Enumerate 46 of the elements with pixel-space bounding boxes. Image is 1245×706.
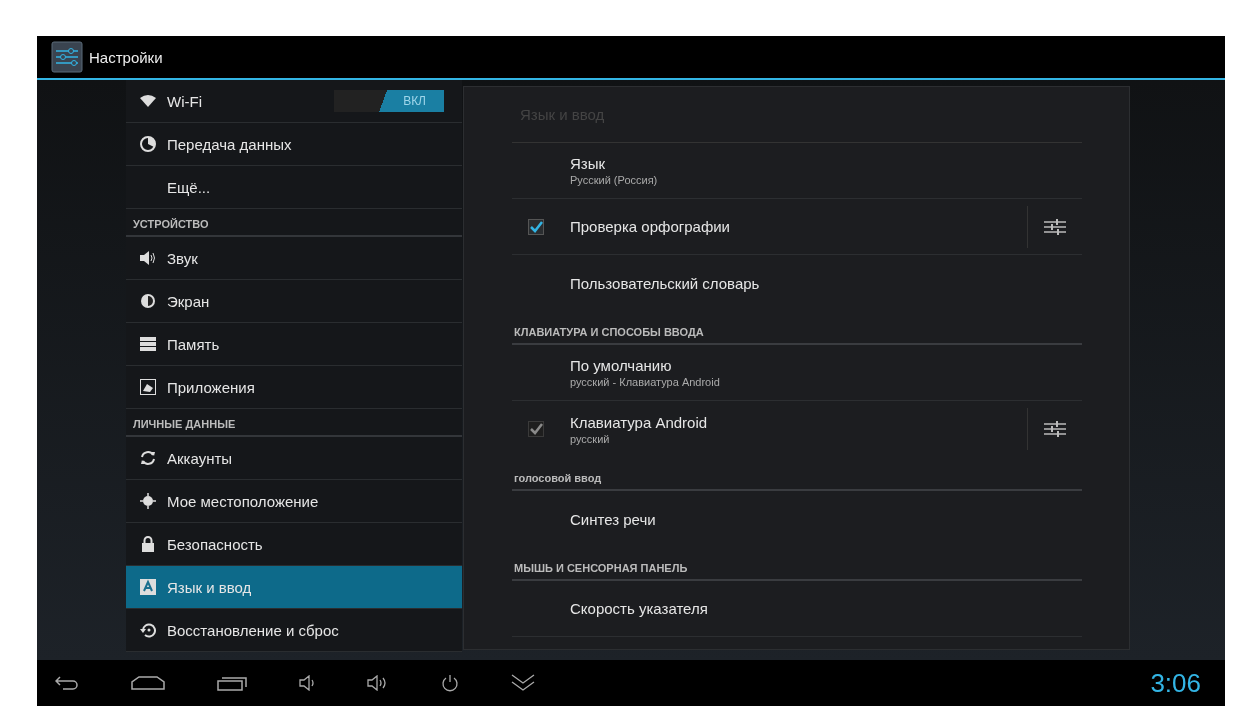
volume-down-icon[interactable] bbox=[299, 675, 315, 691]
preference-title[interactable]: Проверка орфографии bbox=[570, 218, 1027, 235]
recent-apps-icon[interactable] bbox=[217, 675, 247, 691]
checkbox[interactable] bbox=[528, 218, 544, 235]
preference-title[interactable]: Синтез речи bbox=[570, 510, 1082, 528]
clock: 3:06 bbox=[1150, 667, 1201, 699]
settings-menu-item[interactable]: Передача данных bbox=[126, 123, 462, 166]
settings-menu-item[interactable]: Приложения bbox=[126, 366, 462, 409]
section-header: голосовой ввод bbox=[512, 461, 1082, 491]
sync-icon bbox=[139, 450, 156, 466]
wifi-icon bbox=[139, 95, 156, 107]
settings-menu-item[interactable]: Wi-Fi ВКЛ bbox=[126, 80, 462, 123]
settings-menu-item[interactable]: Мое местоположение bbox=[126, 480, 462, 523]
volume-up-icon[interactable] bbox=[367, 675, 389, 691]
settings-menu-item[interactable]: Язык и ввод bbox=[126, 566, 462, 609]
preference-summary: русский bbox=[570, 432, 611, 445]
preference-title[interactable]: Скорость указателя bbox=[570, 600, 1082, 617]
preference-title[interactable]: По умолчанию bbox=[570, 357, 1082, 374]
restore-icon bbox=[139, 622, 156, 638]
speaker-icon bbox=[138, 250, 157, 266]
preference-title[interactable]: Пользовательский словарь bbox=[570, 274, 1082, 292]
preference-summary: русский - Клавиатура Android bbox=[570, 376, 721, 388]
storage-icon bbox=[139, 337, 156, 351]
settings-sliders-icon[interactable] bbox=[1044, 217, 1066, 236]
location-target-icon bbox=[139, 493, 156, 509]
pie-chart-icon bbox=[139, 136, 156, 152]
settings-menu-item[interactable]: Ещё... bbox=[126, 166, 462, 209]
settings-menu-item[interactable]: Аккаунты bbox=[126, 437, 462, 480]
settings-menu-item[interactable]: Безопасность bbox=[126, 523, 462, 566]
section-header: КЛАВИАТУРА И СПОСОБЫ ВВОДА bbox=[512, 315, 1082, 345]
chevron-down-icon[interactable] bbox=[511, 674, 535, 692]
settings-menu-item[interactable]: Восстановление и сброс bbox=[126, 609, 462, 652]
settings-sliders-icon[interactable] bbox=[51, 41, 83, 73]
preference-summary: Русский (Россия) bbox=[570, 174, 659, 186]
lock-icon bbox=[140, 536, 155, 552]
section-header: ЛИЧНЫЕ ДАННЫЕ bbox=[126, 409, 462, 437]
brightness-icon bbox=[139, 293, 156, 309]
power-icon[interactable] bbox=[441, 674, 459, 692]
app-title: Настройки bbox=[89, 48, 163, 66]
home-icon[interactable] bbox=[131, 676, 165, 690]
settings-sliders-icon[interactable] bbox=[1044, 420, 1066, 438]
section-header: МЫШЬ И СЕНСОРНАЯ ПАНЕЛЬ bbox=[512, 551, 1082, 581]
preference-title[interactable]: Язык bbox=[570, 155, 1082, 172]
keyboard-letter-icon bbox=[139, 579, 156, 595]
back-icon[interactable] bbox=[55, 676, 79, 690]
apps-icon bbox=[139, 379, 156, 395]
